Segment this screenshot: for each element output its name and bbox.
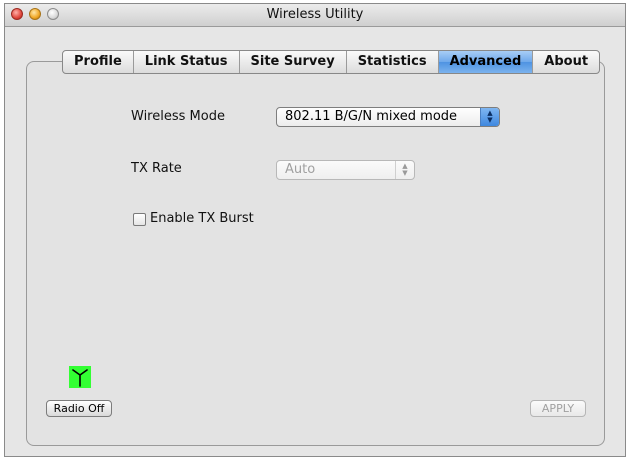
tab-statistics[interactable]: Statistics xyxy=(347,51,439,73)
tx-rate-label: TX Rate xyxy=(131,161,182,176)
tab-advanced[interactable]: Advanced xyxy=(438,51,534,73)
tx-burst-label: Enable TX Burst xyxy=(150,211,254,226)
tab-link-status[interactable]: Link Status xyxy=(134,51,240,73)
apply-button[interactable]: APPLY xyxy=(530,400,586,417)
wireless-utility-window: Wireless Utility Profile Link Status Sit… xyxy=(4,3,626,457)
antenna-status-indicator xyxy=(69,366,91,388)
tx-rate-value: Auto xyxy=(285,162,316,177)
tab-bar: Profile Link Status Site Survey Statisti… xyxy=(62,50,601,74)
tx-burst-checkbox[interactable] xyxy=(133,213,146,226)
wireless-mode-label: Wireless Mode xyxy=(131,109,225,124)
tab-profile[interactable]: Profile xyxy=(63,51,134,73)
tx-rate-select[interactable]: Auto ▲ ▼ xyxy=(276,160,415,180)
antenna-icon xyxy=(72,369,88,387)
wireless-mode-select[interactable]: 802.11 B/G/N mixed mode ▲ ▼ xyxy=(276,107,500,127)
tab-about[interactable]: About xyxy=(533,51,599,73)
up-down-arrows-icon: ▲ ▼ xyxy=(395,161,414,179)
up-down-arrows-icon: ▲ ▼ xyxy=(480,108,499,126)
tab-site-survey[interactable]: Site Survey xyxy=(240,51,347,73)
window-title: Wireless Utility xyxy=(266,7,364,22)
wireless-mode-value: 802.11 B/G/N mixed mode xyxy=(285,109,458,124)
title-bar[interactable]: Wireless Utility xyxy=(5,4,625,27)
radio-off-button[interactable]: Radio Off xyxy=(46,400,112,417)
